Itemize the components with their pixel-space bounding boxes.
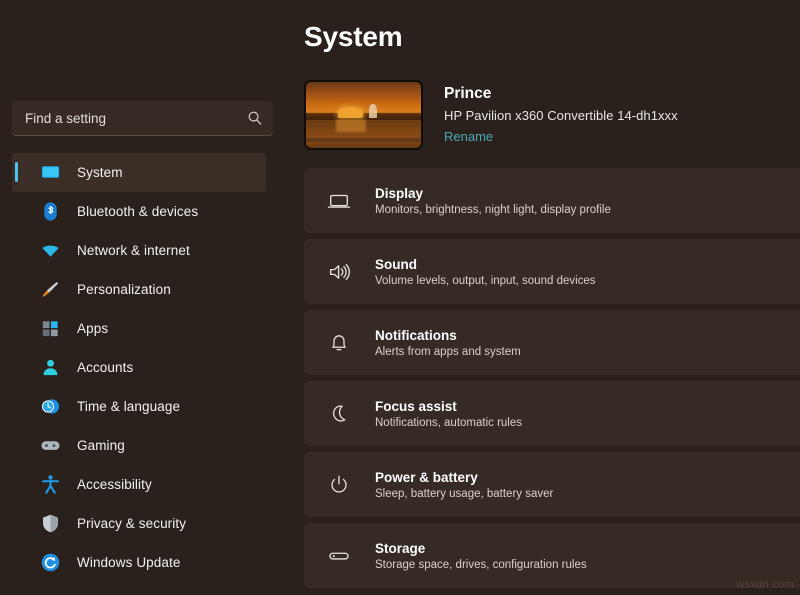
sidebar-item-label: Apps — [77, 321, 108, 336]
search-box[interactable] — [12, 101, 273, 136]
sidebar-item-label: Gaming — [77, 438, 125, 453]
thumbnail-temple-dome — [338, 107, 363, 118]
sidebar-item-accounts[interactable]: Accounts — [12, 348, 266, 387]
gamepad-icon — [40, 435, 61, 456]
device-name: Prince — [444, 85, 678, 103]
bell-icon — [326, 330, 352, 356]
card-title: Notifications — [375, 328, 521, 343]
settings-card-list: Display Monitors, brightness, night ligh… — [304, 168, 800, 588]
sidebar-item-privacy-security[interactable]: Privacy & security — [12, 504, 266, 543]
person-icon — [40, 357, 61, 378]
thumbnail-skyline — [306, 113, 421, 120]
moon-icon — [326, 401, 352, 427]
power-icon — [326, 472, 352, 498]
sidebar-item-label: Accessibility — [77, 477, 152, 492]
card-title: Focus assist — [375, 399, 522, 414]
sidebar-item-system[interactable]: System — [12, 153, 266, 192]
card-title: Sound — [375, 257, 596, 272]
card-subtitle: Notifications, automatic rules — [375, 417, 522, 429]
device-info: Prince HP Pavilion x360 Convertible 14-d… — [444, 80, 678, 146]
sidebar-item-network-internet[interactable]: Network & internet — [12, 231, 266, 270]
search-icon[interactable] — [247, 110, 263, 126]
monitor-icon — [40, 162, 61, 183]
sidebar-item-label: Time & language — [77, 399, 180, 414]
settings-card-sound[interactable]: Sound Volume levels, output, input, soun… — [304, 239, 800, 304]
sidebar-item-label: Network & internet — [77, 243, 190, 258]
wifi-icon — [40, 240, 61, 261]
device-thumbnail — [304, 80, 423, 150]
refresh-circle-icon — [40, 552, 61, 573]
card-subtitle: Monitors, brightness, night light, displ… — [375, 204, 611, 216]
sidebar-item-time-language[interactable]: Time & language — [12, 387, 266, 426]
main-content: System Prince HP Pavilion x360 Convertib… — [285, 0, 800, 595]
card-subtitle: Sleep, battery usage, battery saver — [375, 488, 553, 500]
sidebar-item-label: Windows Update — [77, 555, 180, 570]
sidebar-item-label: Bluetooth & devices — [77, 204, 198, 219]
card-subtitle: Volume levels, output, input, sound devi… — [375, 275, 596, 287]
sidebar-item-bluetooth-devices[interactable]: Bluetooth & devices — [12, 192, 266, 231]
sidebar-item-windows-update[interactable]: Windows Update — [12, 543, 266, 582]
monitor-outline-icon — [326, 188, 352, 214]
card-title: Storage — [375, 541, 587, 556]
search-input[interactable] — [25, 111, 247, 126]
device-summary: Prince HP Pavilion x360 Convertible 14-d… — [304, 80, 800, 150]
watermark: wsxdn.com — [736, 579, 794, 591]
rename-link[interactable]: Rename — [444, 129, 493, 144]
card-subtitle: Alerts from apps and system — [375, 346, 521, 358]
paintbrush-icon — [40, 279, 61, 300]
drive-icon — [326, 543, 352, 569]
card-subtitle: Storage space, drives, configuration rul… — [375, 559, 587, 571]
settings-card-display[interactable]: Display Monitors, brightness, night ligh… — [304, 168, 800, 233]
sidebar-item-gaming[interactable]: Gaming — [12, 426, 266, 465]
card-title: Display — [375, 186, 611, 201]
shield-icon — [40, 513, 61, 534]
thumbnail-pier — [306, 138, 421, 142]
settings-card-focus-assist[interactable]: Focus assist Notifications, automatic ru… — [304, 381, 800, 446]
clock-globe-icon — [40, 396, 61, 417]
sidebar-item-accessibility[interactable]: Accessibility — [12, 465, 266, 504]
thumbnail-reflection — [336, 120, 366, 132]
device-model: HP Pavilion x360 Convertible 14-dh1xxx — [444, 108, 678, 123]
sidebar-item-label: System — [77, 165, 123, 180]
apps-grid-icon — [40, 318, 61, 339]
settings-window: System Bluetooth & devices Network — [0, 0, 800, 595]
page-title: System — [304, 0, 800, 53]
speaker-icon — [326, 259, 352, 285]
sidebar-item-personalization[interactable]: Personalization — [12, 270, 266, 309]
sidebar-item-label: Accounts — [77, 360, 133, 375]
sidebar-nav: System Bluetooth & devices Network — [0, 153, 285, 582]
thumbnail-spire — [369, 104, 377, 117]
accessibility-person-icon — [40, 474, 61, 495]
sidebar-item-apps[interactable]: Apps — [12, 309, 266, 348]
bluetooth-icon — [40, 201, 61, 222]
sidebar: System Bluetooth & devices Network — [0, 0, 285, 595]
card-title: Power & battery — [375, 470, 553, 485]
sidebar-item-label: Privacy & security — [77, 516, 186, 531]
settings-card-storage[interactable]: Storage Storage space, drives, configura… — [304, 523, 800, 588]
sidebar-item-label: Personalization — [77, 282, 171, 297]
settings-card-power-battery[interactable]: Power & battery Sleep, battery usage, ba… — [304, 452, 800, 517]
settings-card-notifications[interactable]: Notifications Alerts from apps and syste… — [304, 310, 800, 375]
